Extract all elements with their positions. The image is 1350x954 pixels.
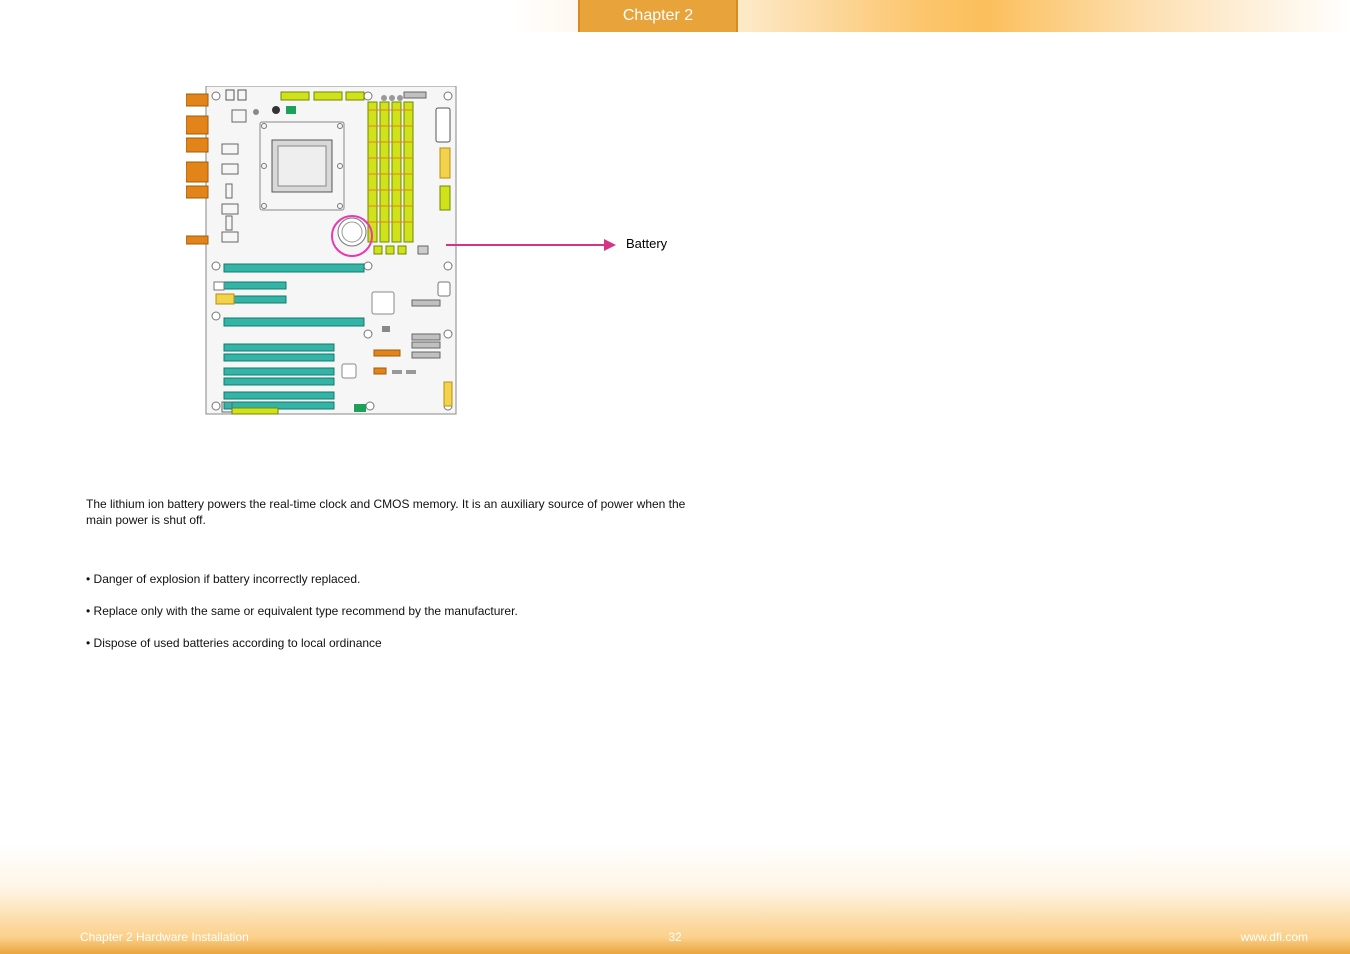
- page-number: 32: [668, 930, 681, 944]
- motherboard-diagram-svg: [186, 86, 466, 416]
- footer-left-text: Chapter 2 Hardware Installation: [80, 930, 249, 944]
- safety-item: Dispose of used batteries according to l…: [86, 636, 906, 650]
- footer-bar: Chapter 2 Hardware Installation www.dfi.…: [80, 930, 1308, 944]
- battery-description-paragraph: The lithium ion battery powers the real-…: [86, 496, 706, 528]
- page-content: Battery The lithium ion battery powers t…: [86, 86, 906, 668]
- battery-location: [338, 218, 366, 246]
- chapter-tab: Chapter 2: [578, 0, 738, 32]
- safety-item: Replace only with the same or equivalent…: [86, 604, 906, 618]
- footer-right-link[interactable]: www.dfi.com: [1241, 930, 1308, 944]
- safety-item: Danger of explosion if battery incorrect…: [86, 572, 906, 586]
- motherboard-figure: Battery: [186, 86, 706, 466]
- chapter-tab-label: Chapter 2: [623, 7, 693, 25]
- safety-measures-list: Danger of explosion if battery incorrect…: [86, 572, 906, 650]
- battery-callout-arrow: [446, 244, 614, 246]
- battery-callout-label: Battery: [626, 236, 667, 251]
